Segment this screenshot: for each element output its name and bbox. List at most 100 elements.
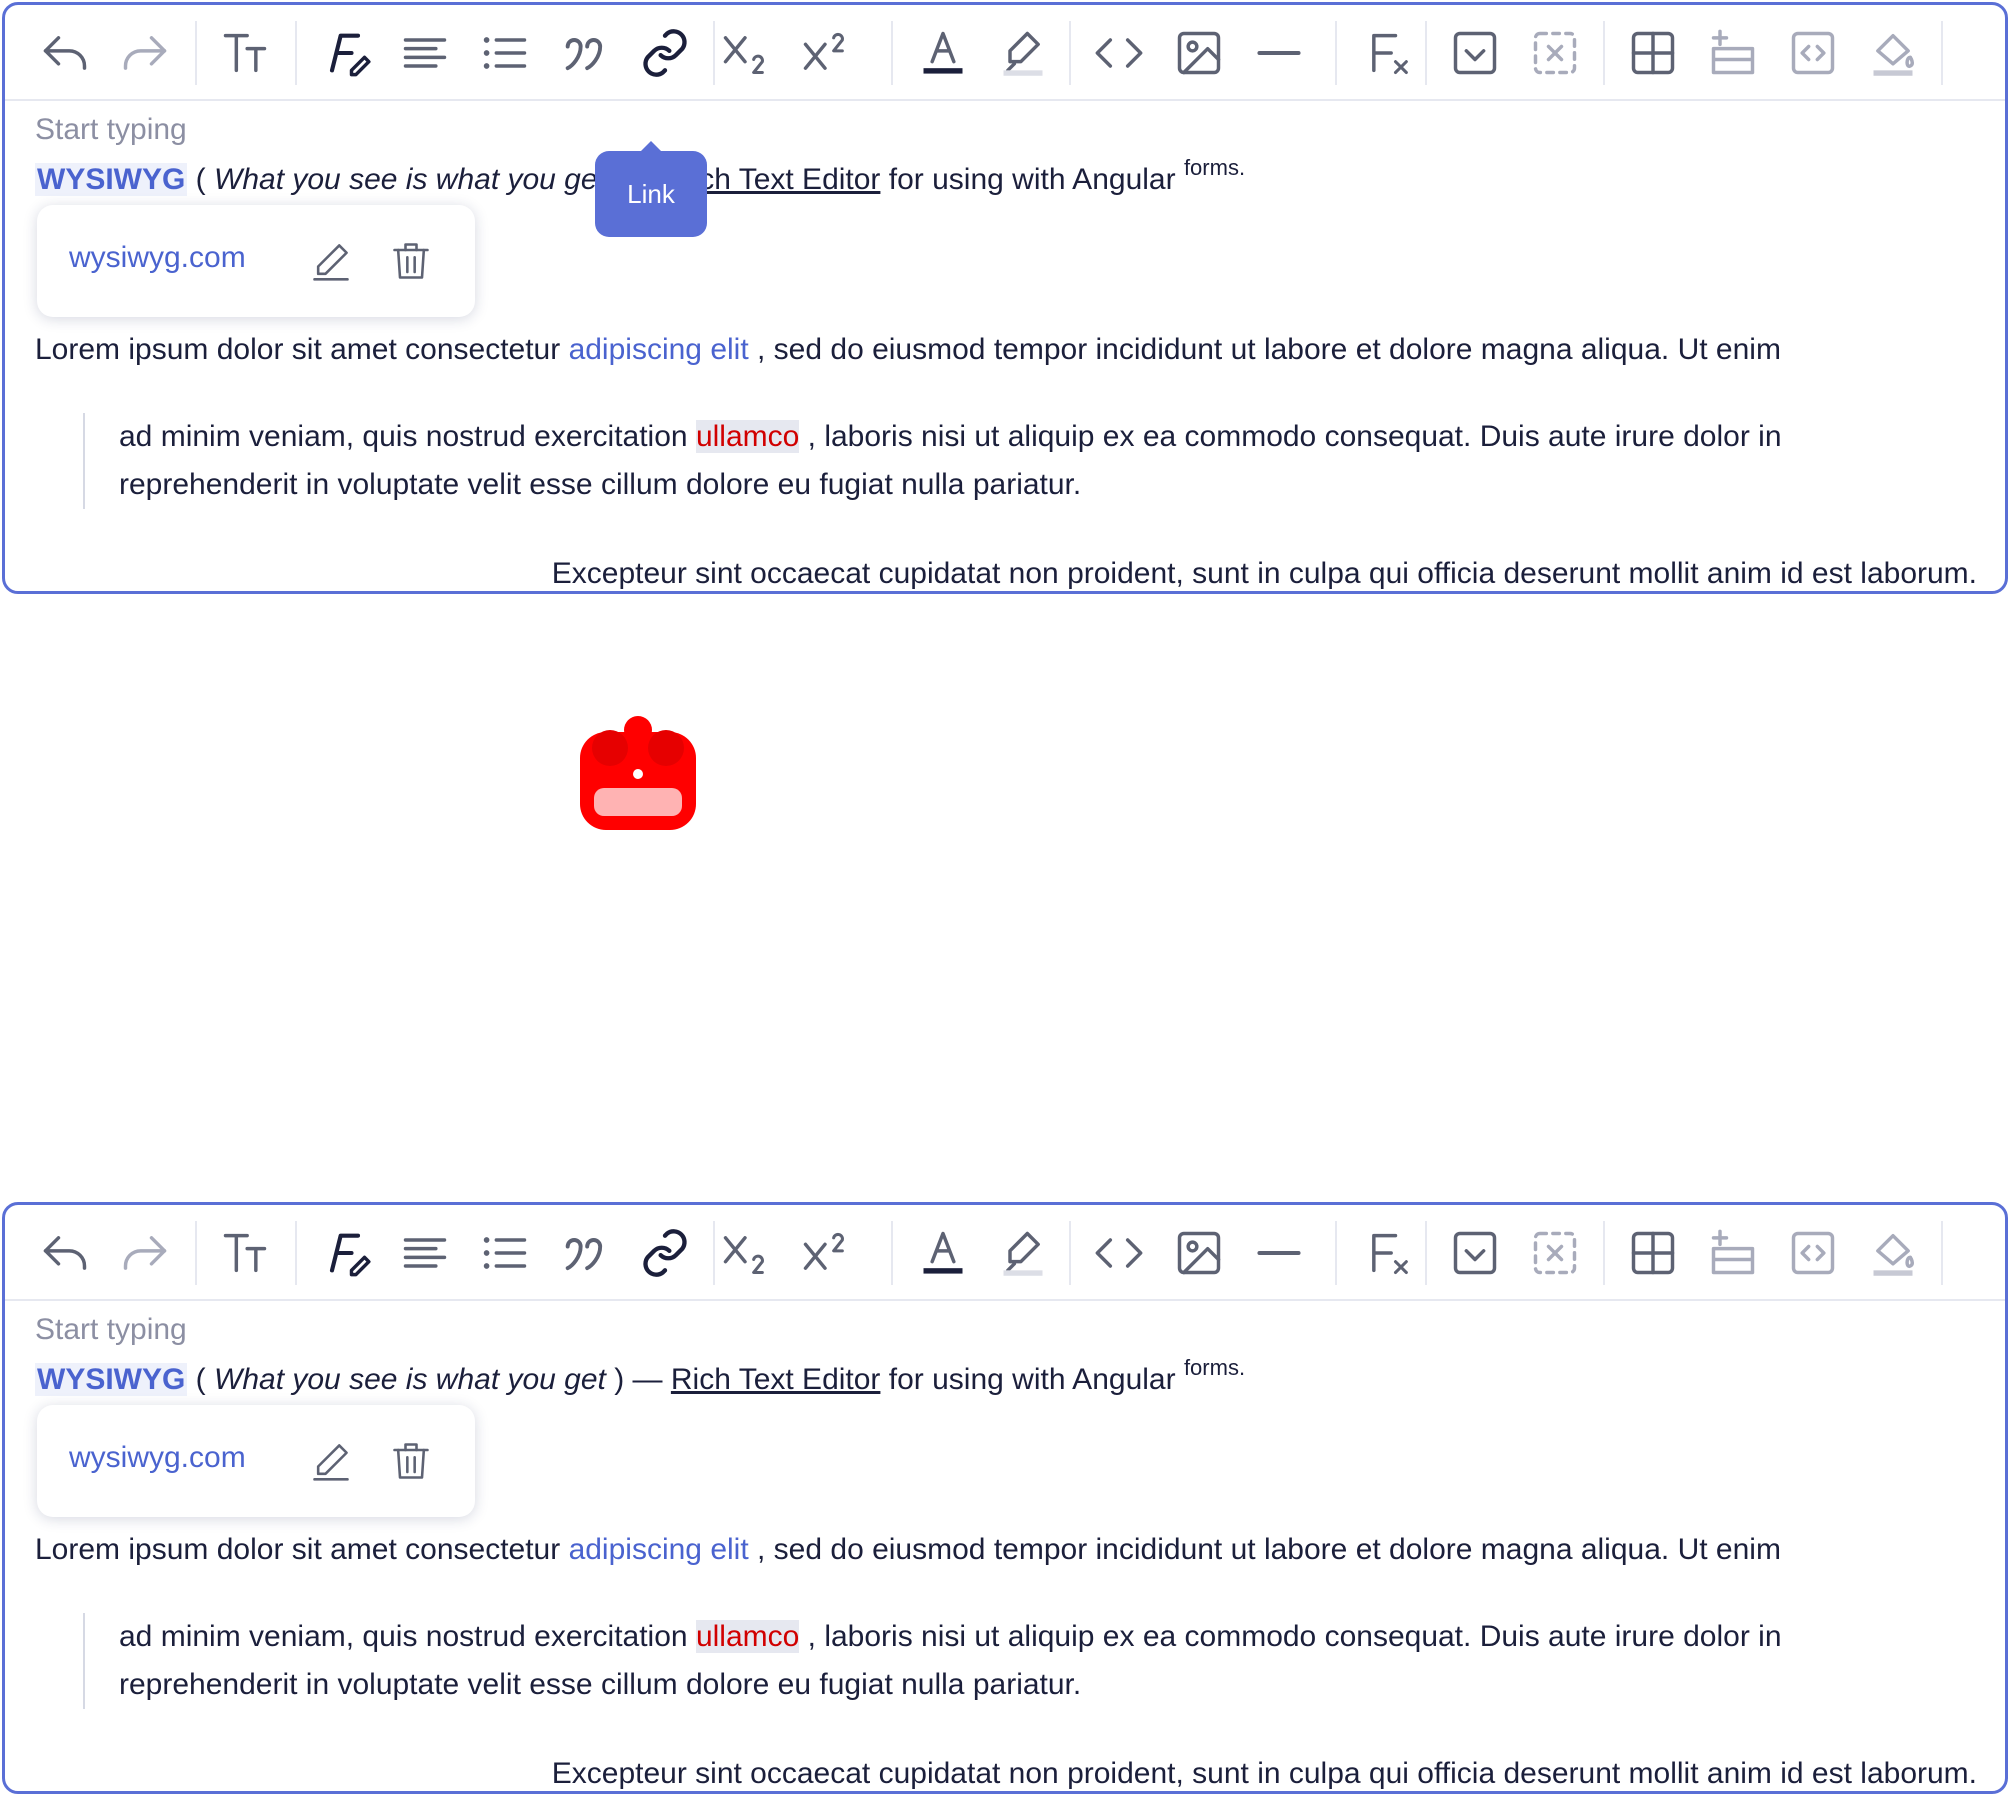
undo-button[interactable] — [33, 21, 97, 85]
code-button[interactable] — [1087, 1221, 1151, 1285]
horizontal-rule-button[interactable] — [1247, 21, 1311, 85]
superscript-forms: forms. — [1183, 155, 1246, 180]
blockquote-button[interactable] — [553, 1221, 617, 1285]
link-icon — [643, 29, 687, 77]
toolbar-separator — [295, 1221, 297, 1285]
font-style-button[interactable] — [313, 21, 377, 85]
redo-button[interactable] — [113, 1221, 177, 1285]
table-button[interactable] — [1621, 1221, 1685, 1285]
paragraph-lorem: Lorem ipsum dolor sit amet consectetur a… — [35, 333, 1781, 367]
link-popup: wysiwyg.com — [37, 205, 475, 317]
rich-text-editor-link[interactable]: Rich Text Editor — [671, 1363, 881, 1396]
delete-link-icon[interactable] — [387, 237, 435, 285]
toolbar-separator — [195, 21, 197, 85]
embed-icon — [1791, 1231, 1835, 1275]
toolbar-separator — [1335, 21, 1337, 85]
toolbar-separator — [891, 1221, 893, 1285]
para-text-before: Lorem ipsum dolor sit amet consectetur — [35, 333, 569, 366]
delete-link-icon[interactable] — [387, 1437, 435, 1485]
quote-line-2: reprehenderit in voluptate velit esse ci… — [119, 1668, 1082, 1701]
image-icon — [1177, 1231, 1221, 1275]
quote-text-after: , laboris nisi ut aliquip ex ea commodo … — [799, 1620, 1782, 1653]
bullet-list-button[interactable] — [473, 1221, 537, 1285]
fill-color-button[interactable] — [1861, 1221, 1925, 1285]
font-size-icon — [223, 33, 267, 73]
quote-line-2: reprehenderit in voluptate velit esse ci… — [119, 468, 1082, 501]
toolbar-separator — [1425, 1221, 1427, 1285]
blockquote-icon — [565, 1238, 603, 1271]
align-button[interactable] — [393, 1221, 457, 1285]
para-text-after: , sed do eiusmod tempor incididunt ut la… — [748, 1533, 1781, 1566]
font-size-button[interactable] — [213, 1221, 277, 1285]
align-button[interactable] — [393, 21, 457, 85]
code-icon — [1095, 1238, 1143, 1268]
embed-button[interactable] — [1781, 21, 1845, 85]
highlighted-word: ullamco — [695, 1620, 800, 1653]
embed-button[interactable] — [1781, 1221, 1845, 1285]
redo-button[interactable] — [113, 21, 177, 85]
text-color-button[interactable] — [911, 21, 975, 85]
code-button[interactable] — [1087, 21, 1151, 85]
font-style-icon — [329, 1233, 371, 1277]
quote-text-after: , laboris nisi ut aliquip ex ea commodo … — [799, 420, 1782, 453]
horizontal-rule-button[interactable] — [1247, 1221, 1311, 1285]
superscript-button[interactable] — [793, 21, 857, 85]
link-icon — [643, 1229, 687, 1277]
editor-top: Start typing WYSIWYG ( What you see is w… — [2, 2, 2008, 594]
link-url[interactable]: wysiwyg.com — [69, 1441, 246, 1475]
subscript-button[interactable] — [713, 21, 777, 85]
edit-link-icon[interactable] — [307, 1437, 355, 1485]
insert-field-button[interactable] — [1443, 21, 1507, 85]
horizontal-rule-icon — [1257, 50, 1301, 56]
italic-text: What you see is what you get — [214, 1363, 606, 1396]
bullet-list-icon — [483, 1237, 527, 1269]
insert-field-icon — [1453, 31, 1497, 75]
font-size-button[interactable] — [213, 21, 277, 85]
clear-format-icon — [1372, 1233, 1408, 1275]
toolbar-separator — [891, 21, 893, 85]
font-style-button[interactable] — [313, 1221, 377, 1285]
edit-link-icon[interactable] — [307, 237, 355, 285]
link-button[interactable] — [633, 21, 697, 85]
superscript-button[interactable] — [793, 1221, 857, 1285]
bullet-list-button[interactable] — [473, 21, 537, 85]
image-button[interactable] — [1167, 21, 1231, 85]
highlight-icon — [1003, 31, 1043, 76]
blockquote-icon — [565, 38, 603, 71]
insert-field-button[interactable] — [1443, 1221, 1507, 1285]
table-icon — [1631, 1231, 1675, 1275]
subscript-icon — [723, 36, 764, 75]
link-url[interactable]: wysiwyg.com — [69, 241, 246, 275]
clear-format-button[interactable] — [1357, 21, 1421, 85]
text-color-button[interactable] — [911, 1221, 975, 1285]
subscript-button[interactable] — [713, 1221, 777, 1285]
remove-field-button[interactable] — [1523, 1221, 1587, 1285]
fill-color-button[interactable] — [1861, 21, 1925, 85]
close-paren: ) — — [605, 1363, 671, 1396]
insert-row-button[interactable] — [1701, 1221, 1765, 1285]
subscript-icon — [723, 1236, 764, 1275]
remove-field-icon — [1533, 1231, 1577, 1275]
adipiscing-link[interactable]: adipiscing elit — [569, 1533, 749, 1566]
adipiscing-link[interactable]: adipiscing elit — [569, 333, 749, 366]
clear-format-button[interactable] — [1357, 1221, 1421, 1285]
document-area[interactable]: Start typing WYSIWYG ( What you see is w… — [5, 101, 2005, 591]
blockquote-button[interactable] — [553, 21, 617, 85]
remove-field-button[interactable] — [1523, 21, 1587, 85]
wysiwyg-badge: WYSIWYG — [35, 163, 188, 196]
image-button[interactable] — [1167, 1221, 1231, 1285]
insert-row-button[interactable] — [1701, 21, 1765, 85]
highlight-icon — [1003, 1231, 1043, 1276]
placeholder: Start typing — [35, 1313, 187, 1346]
undo-button[interactable] — [33, 1221, 97, 1285]
highlight-button[interactable] — [991, 1221, 1055, 1285]
blockquote: ad minim veniam, quis nostrud exercitati… — [83, 413, 1782, 509]
toolbar-separator — [195, 1221, 197, 1285]
highlight-button[interactable] — [991, 21, 1055, 85]
link-button[interactable] — [633, 1221, 697, 1285]
toolbar-separator — [1069, 1221, 1071, 1285]
toolbar-separator — [1941, 1221, 1943, 1285]
table-button[interactable] — [1621, 21, 1685, 85]
quote-text-before: ad minim veniam, quis nostrud exercitati… — [119, 420, 696, 453]
document-area[interactable]: Start typing WYSIWYG ( What you see is w… — [5, 1301, 2005, 1791]
